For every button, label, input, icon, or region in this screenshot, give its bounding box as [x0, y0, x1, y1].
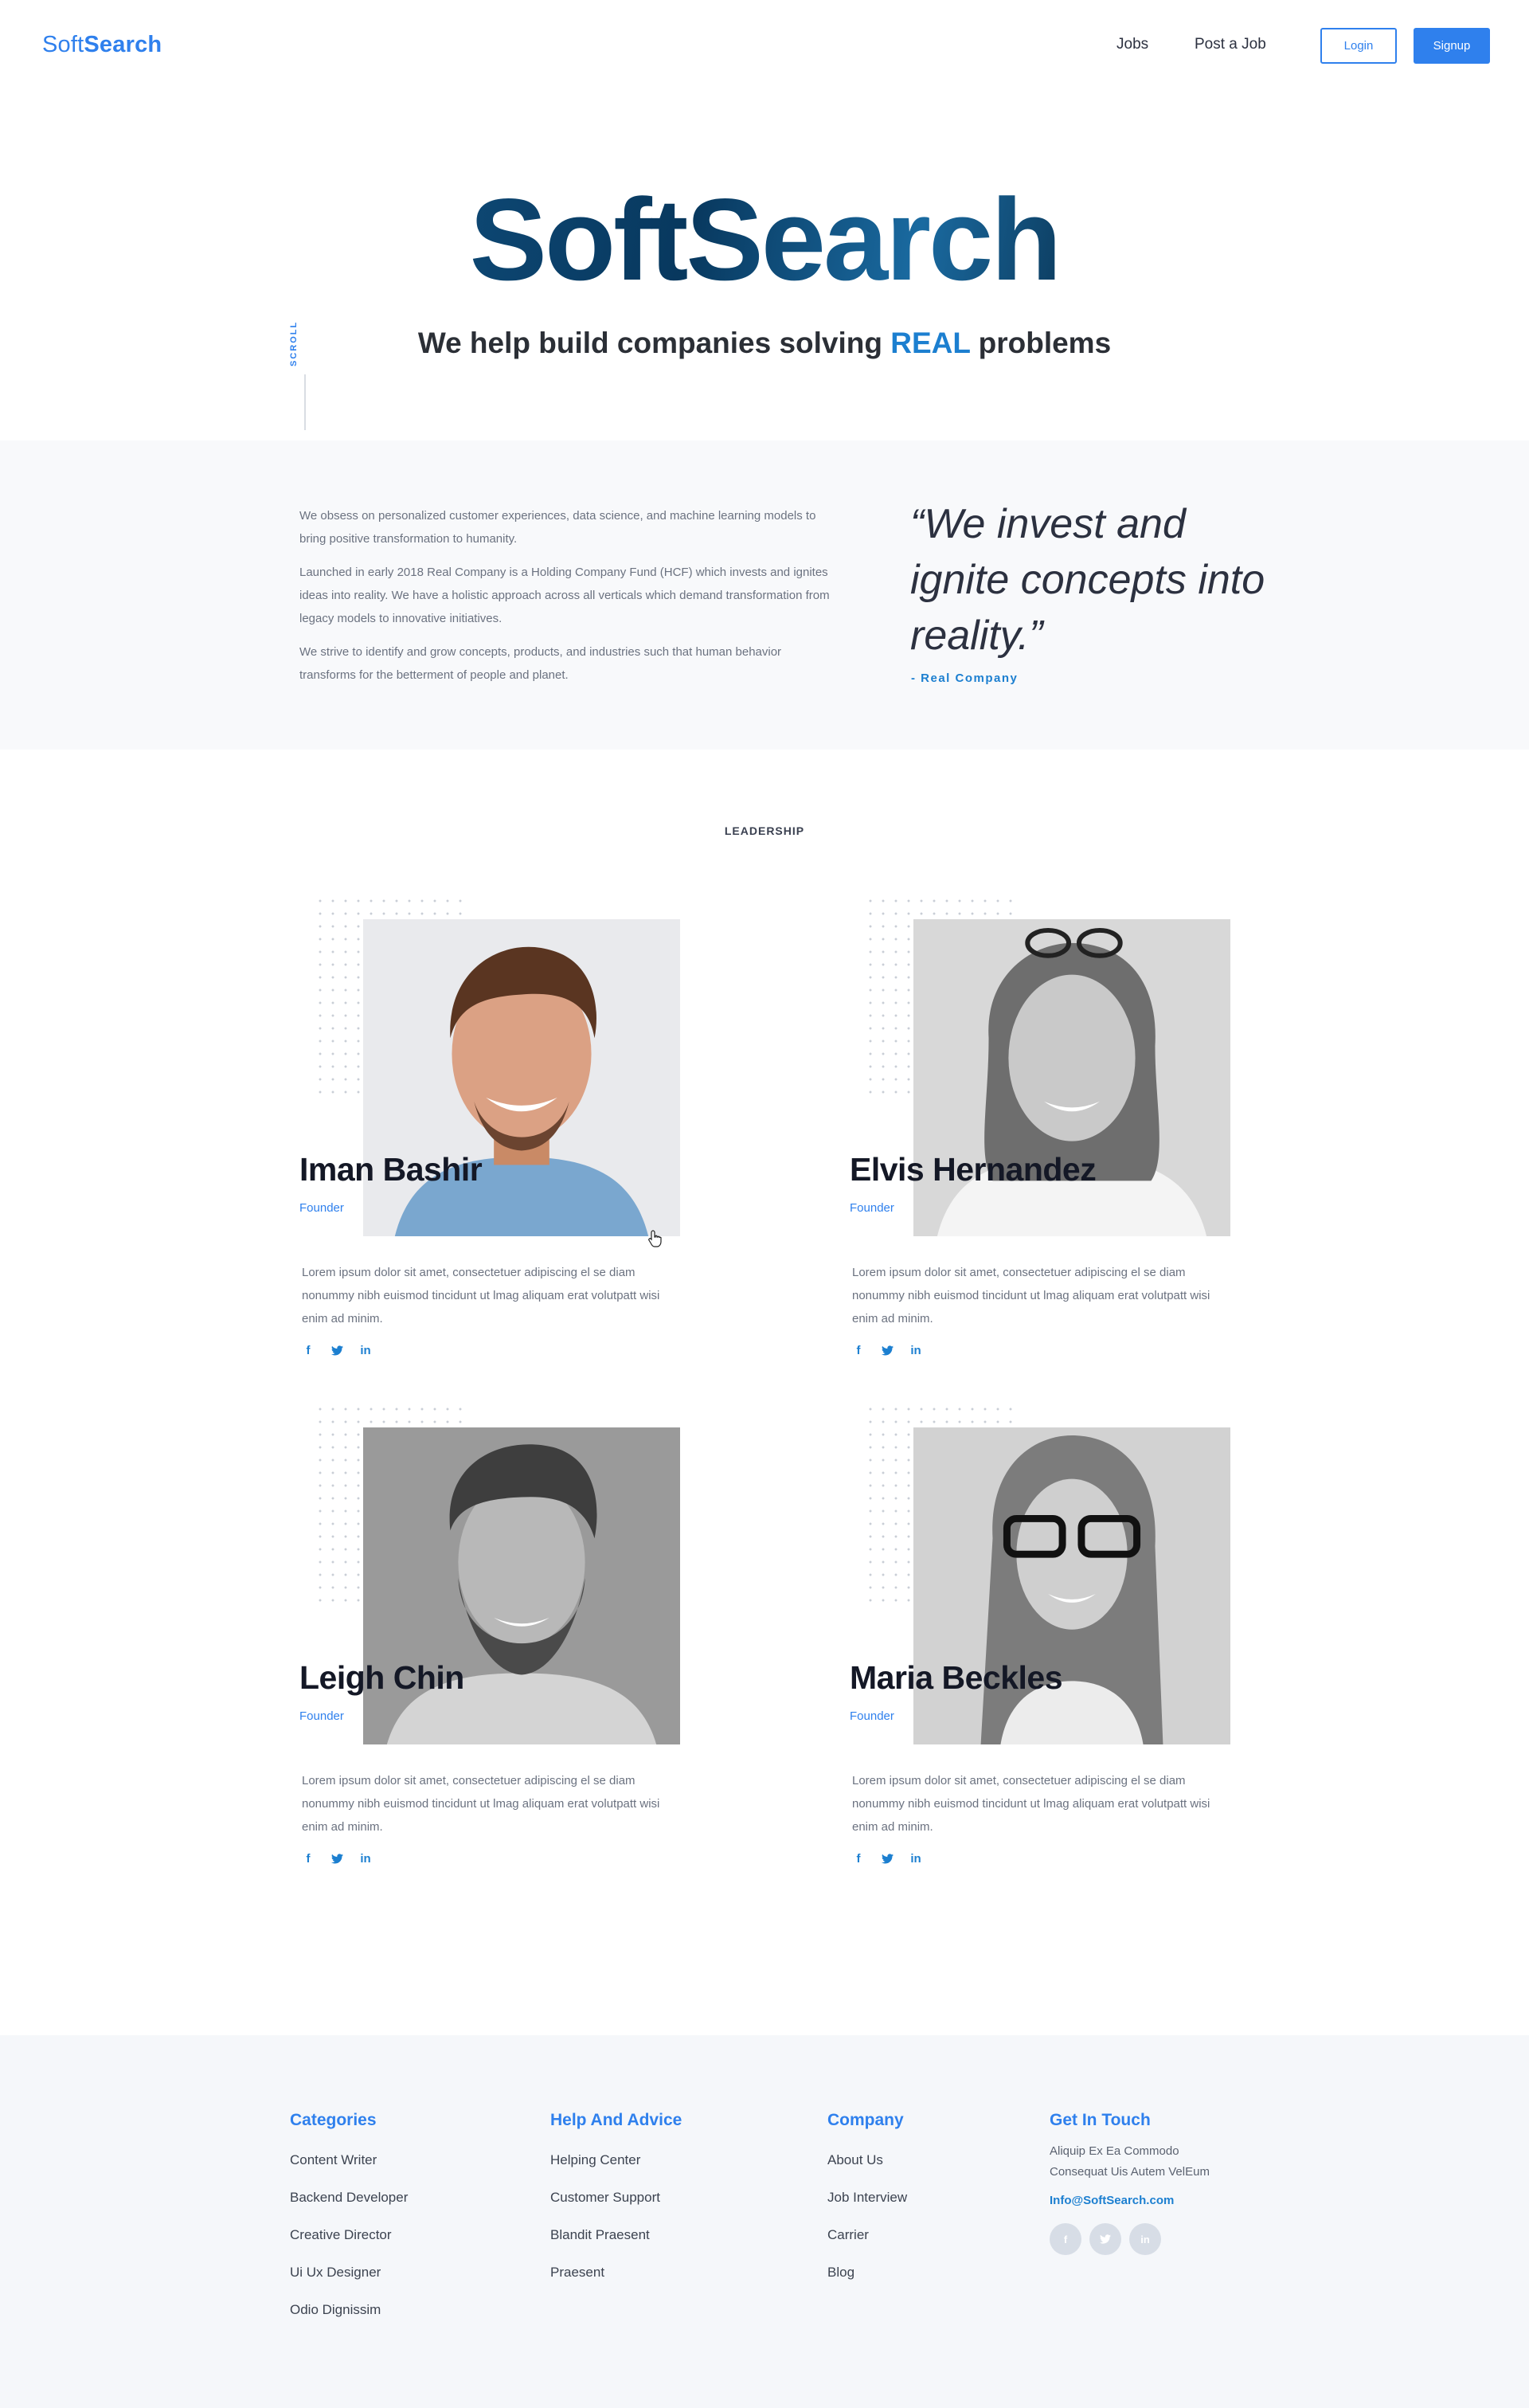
site-header: SoftSearch Jobs Post a Job Login Signup	[0, 0, 1529, 94]
leader-name: Iman Bashir	[299, 1151, 483, 1188]
footer-link[interactable]: Ui Ux Designer	[290, 2253, 408, 2291]
footer-address-line: Consequat Uis Autem VelEum	[1050, 2165, 1210, 2179]
leader-photo	[363, 918, 680, 1237]
footer-link[interactable]: Content Writer	[290, 2141, 408, 2179]
hero-title: SoftSearch	[0, 182, 1529, 298]
twitter-icon[interactable]	[880, 1851, 894, 1866]
hero-subtitle: We help build companies solving REAL pro…	[0, 327, 1529, 360]
linkedin-icon[interactable]: in	[909, 1343, 923, 1357]
linkedin-icon[interactable]: in	[1129, 2223, 1161, 2255]
leader-photo	[913, 918, 1230, 1237]
leader-socials: f in	[301, 1343, 373, 1357]
footer-address-line: Aliquip Ex Ea Commodo	[1050, 2144, 1179, 2158]
twitter-icon[interactable]	[1089, 2223, 1121, 2255]
facebook-icon[interactable]: f	[301, 1851, 315, 1866]
login-button[interactable]: Login	[1320, 28, 1397, 64]
logo-soft: Soft	[42, 32, 84, 57]
leader-name: Leigh Chin	[299, 1659, 464, 1696]
footer-heading: Get In Touch	[1050, 2111, 1151, 2129]
avatar-image	[913, 919, 1230, 1236]
footer-link[interactable]: Blog	[827, 2253, 907, 2291]
footer-link[interactable]: Odio Dignissim	[290, 2291, 408, 2328]
leader-socials: f in	[851, 1343, 923, 1357]
footer-heading: Company	[827, 2111, 904, 2129]
scroll-indicator-label[interactable]: SCROLL	[289, 321, 299, 366]
footer-heading: Help And Advice	[550, 2111, 682, 2129]
footer-link[interactable]: Praesent	[550, 2253, 682, 2291]
leader-photo	[913, 1427, 1230, 1745]
logo-search: Search	[84, 32, 162, 57]
linkedin-icon[interactable]: in	[909, 1851, 923, 1866]
signup-button[interactable]: Signup	[1414, 28, 1490, 64]
leader-role: Founder	[299, 1201, 344, 1215]
nav-post-job-link[interactable]: Post a Job	[1195, 36, 1266, 53]
leader-card: Elvis Hernandez Founder Lorem ipsum dolo…	[850, 895, 1343, 1372]
footer-help: Help And Advice Helping Center Customer …	[550, 2111, 682, 2291]
footer-link[interactable]: Blandit Praesent	[550, 2216, 682, 2253]
leader-role: Founder	[850, 1709, 894, 1723]
avatar-image	[913, 1427, 1230, 1744]
linkedin-icon[interactable]: in	[358, 1343, 373, 1357]
company-quote: “We invest and ignite concepts into real…	[910, 501, 1265, 659]
leader-role: Founder	[299, 1709, 344, 1723]
site-logo[interactable]: SoftSearch	[42, 32, 162, 58]
hero-subtitle-highlight: REAL	[890, 327, 971, 359]
leader-bio: Lorem ipsum dolor sit amet, consectetuer…	[302, 1774, 660, 1834]
hand-cursor-icon	[648, 1230, 662, 1247]
footer-link[interactable]: About Us	[827, 2141, 907, 2179]
nav-jobs-link[interactable]: Jobs	[1116, 36, 1148, 53]
about-paragraph: We obsess on personalized customer exper…	[299, 509, 816, 546]
facebook-icon[interactable]: f	[301, 1343, 315, 1357]
footer-link[interactable]: Backend Developer	[290, 2179, 408, 2216]
scroll-indicator-line	[304, 374, 306, 430]
leader-photo	[363, 1427, 680, 1745]
footer-email-link[interactable]: Info@SoftSearch.com	[1050, 2194, 1210, 2207]
leader-bio: Lorem ipsum dolor sit amet, consectetuer…	[852, 1774, 1210, 1834]
twitter-icon[interactable]	[330, 1851, 344, 1866]
avatar-image	[363, 1427, 680, 1744]
footer-company: Company About Us Job Interview Carrier B…	[827, 2111, 907, 2291]
footer-link[interactable]: Customer Support	[550, 2179, 682, 2216]
footer-link[interactable]: Carrier	[827, 2216, 907, 2253]
leader-bio: Lorem ipsum dolor sit amet, consectetuer…	[852, 1266, 1210, 1325]
leader-role: Founder	[850, 1201, 894, 1215]
about-paragraph: Launched in early 2018 Real Company is a…	[299, 566, 830, 625]
facebook-icon[interactable]: f	[851, 1343, 866, 1357]
hero-subtitle-after: problems	[970, 327, 1112, 359]
facebook-icon[interactable]: f	[1050, 2223, 1081, 2255]
footer-contact: Get In Touch Aliquip Ex Ea Commodo Conse…	[1050, 2111, 1210, 2255]
leader-socials: f in	[851, 1851, 923, 1866]
linkedin-icon[interactable]: in	[358, 1851, 373, 1866]
twitter-icon[interactable]	[330, 1343, 344, 1357]
footer-socials: f in	[1050, 2223, 1210, 2255]
avatar-image	[363, 919, 680, 1236]
facebook-icon[interactable]: f	[851, 1851, 866, 1866]
leader-name: Maria Beckles	[850, 1659, 1063, 1696]
twitter-icon[interactable]	[880, 1343, 894, 1357]
footer-link[interactable]: Helping Center	[550, 2141, 682, 2179]
about-paragraph: We strive to identify and grow concepts,…	[299, 645, 782, 682]
leader-card: Leigh Chin Founder Lorem ipsum dolor sit…	[299, 1403, 793, 1881]
leader-card: Maria Beckles Founder Lorem ipsum dolor …	[850, 1403, 1343, 1881]
site-footer: Categories Content Writer Backend Develo…	[0, 2035, 1529, 2408]
footer-heading: Categories	[290, 2111, 377, 2129]
quote-author: - Real Company	[911, 671, 1019, 685]
footer-link[interactable]: Job Interview	[827, 2179, 907, 2216]
leader-card: Iman Bashir Founder Lorem ipsum dolor si…	[299, 895, 793, 1372]
footer-categories: Categories Content Writer Backend Develo…	[290, 2111, 408, 2328]
leader-name: Elvis Hernandez	[850, 1151, 1097, 1188]
hero-subtitle-before: We help build companies solving	[417, 327, 891, 359]
about-section: We obsess on personalized customer exper…	[0, 440, 1529, 750]
leadership-title: LEADERSHIP	[724, 824, 805, 837]
footer-link[interactable]: Creative Director	[290, 2216, 408, 2253]
leader-bio: Lorem ipsum dolor sit amet, consectetuer…	[302, 1266, 660, 1325]
about-text: We obsess on personalized customer exper…	[299, 504, 841, 697]
leader-socials: f in	[301, 1851, 373, 1866]
